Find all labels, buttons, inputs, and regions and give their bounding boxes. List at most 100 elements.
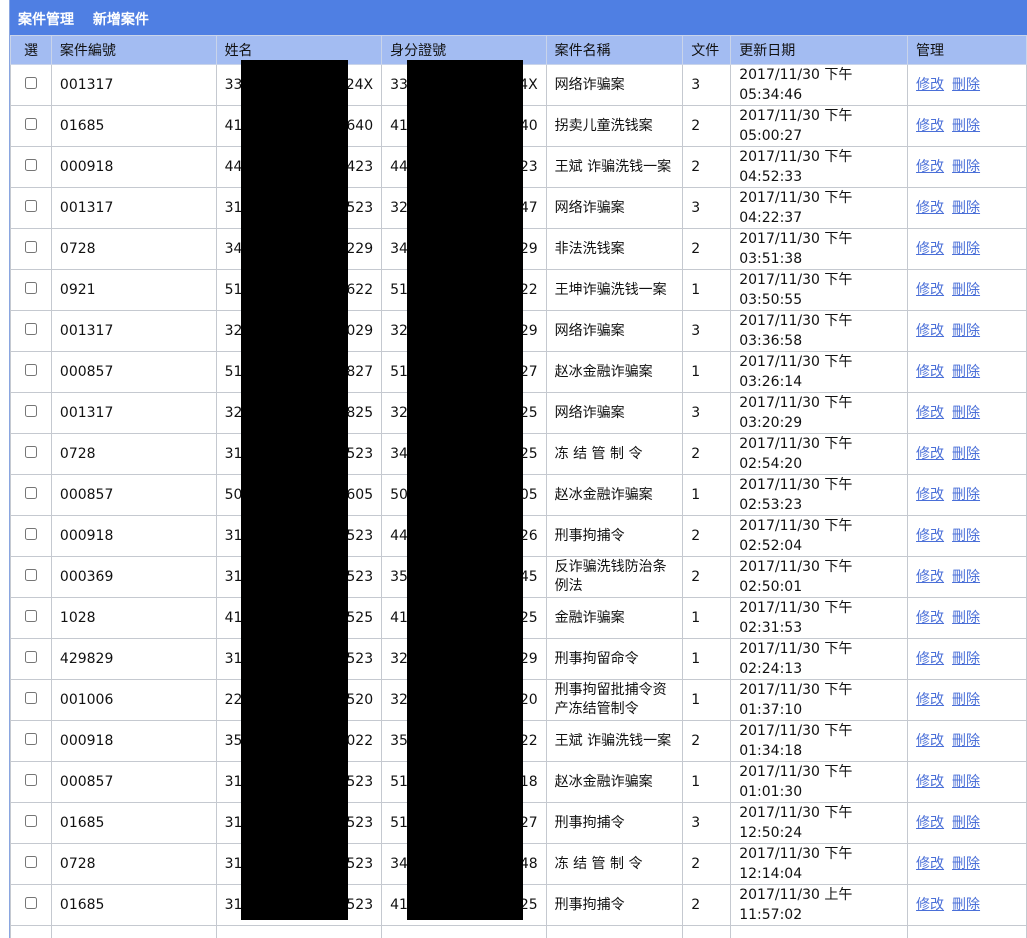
row-checkbox[interactable] <box>24 404 37 417</box>
case-name-cell: 刑事拘捕令 <box>545 884 684 926</box>
date-text: 2017/11/30 下午 <box>739 477 853 493</box>
row-checkbox[interactable] <box>24 240 37 253</box>
edit-link[interactable]: 修改 <box>916 897 944 913</box>
id-prefix: 32 <box>390 199 408 216</box>
delete-link[interactable]: 刪除 <box>952 405 980 421</box>
add-case-link[interactable]: 新增案件 <box>93 12 149 28</box>
row-checkbox[interactable] <box>24 158 37 171</box>
delete-link[interactable]: 刪除 <box>952 77 980 93</box>
row-checkbox[interactable] <box>24 732 37 745</box>
manage-cell: 修改 刪除 <box>907 802 1027 844</box>
row-checkbox[interactable] <box>24 814 37 827</box>
delete-link[interactable]: 刪除 <box>952 815 980 831</box>
updated-cell: 2017/11/30 上午 <box>730 925 909 938</box>
time-text: 04:22:37 <box>739 210 803 226</box>
row-checkbox[interactable] <box>24 527 37 540</box>
name-suffix: 523 <box>346 445 374 462</box>
name-prefix: 50 <box>224 486 243 503</box>
row-checkbox[interactable] <box>24 650 37 663</box>
time-text: 12:50:24 <box>739 825 803 841</box>
row-checkbox[interactable] <box>24 855 37 868</box>
time-text: 02:50:01 <box>739 579 803 595</box>
delete-link[interactable]: 刪除 <box>952 446 980 462</box>
name-prefix: 44 <box>224 158 243 175</box>
delete-link[interactable]: 刪除 <box>952 118 980 134</box>
delete-link[interactable]: 刪除 <box>952 897 980 913</box>
row-checkbox[interactable] <box>24 486 37 499</box>
delete-link[interactable]: 刪除 <box>952 774 980 790</box>
row-checkbox[interactable] <box>24 76 37 89</box>
row-checkbox[interactable] <box>24 363 37 376</box>
select-cell <box>10 720 52 762</box>
select-cell <box>10 310 52 352</box>
delete-link[interactable]: 刪除 <box>952 159 980 175</box>
edit-link[interactable]: 修改 <box>916 241 944 257</box>
delete-link[interactable]: 刪除 <box>952 856 980 872</box>
delete-link[interactable]: 刪除 <box>952 364 980 380</box>
edit-link[interactable]: 修改 <box>916 692 944 708</box>
delete-link[interactable]: 刪除 <box>952 569 980 585</box>
edit-link[interactable]: 修改 <box>916 364 944 380</box>
edit-link[interactable]: 修改 <box>916 651 944 667</box>
name-prefix: 41 <box>224 609 243 626</box>
manage-cell: 修改 刪除 <box>907 761 1027 803</box>
delete-link[interactable]: 刪除 <box>952 282 980 298</box>
row-checkbox[interactable] <box>24 609 37 622</box>
name-prefix: 33 <box>224 76 243 93</box>
edit-link[interactable]: 修改 <box>916 569 944 585</box>
edit-link[interactable]: 修改 <box>916 118 944 134</box>
row-checkbox[interactable] <box>24 896 37 909</box>
manage-cell: 修改 刪除 <box>907 679 1027 721</box>
col-header-select: 選 <box>10 35 52 65</box>
row-checkbox[interactable] <box>24 445 37 458</box>
manage-cell: 修改 刪除 <box>907 884 1027 926</box>
case-no-cell: 000918 <box>50 515 217 557</box>
updated-cell: 2017/11/30 下午 02:24:13 <box>730 638 909 680</box>
case-name-cell: 冻 结 管 制 令 <box>545 433 684 475</box>
id-prefix: 50 <box>390 486 408 503</box>
row-checkbox[interactable] <box>24 117 37 130</box>
edit-link[interactable]: 修改 <box>916 610 944 626</box>
case-name-cell: 赵冰金融诈骗案 <box>545 351 684 393</box>
name-suffix: 622 <box>346 281 374 298</box>
delete-link[interactable]: 刪除 <box>952 323 980 339</box>
delete-link[interactable]: 刪除 <box>952 692 980 708</box>
manage-cell: 修改 刪除 <box>907 433 1027 475</box>
docs-cell: 2 <box>682 720 732 762</box>
edit-link[interactable]: 修改 <box>916 856 944 872</box>
delete-link[interactable]: 刪除 <box>952 241 980 257</box>
edit-link[interactable]: 修改 <box>916 282 944 298</box>
edit-link[interactable]: 修改 <box>916 774 944 790</box>
row-checkbox[interactable] <box>24 773 37 786</box>
delete-link[interactable]: 刪除 <box>952 487 980 503</box>
edit-link[interactable]: 修改 <box>916 200 944 216</box>
delete-link[interactable]: 刪除 <box>952 651 980 667</box>
edit-link[interactable]: 修改 <box>916 77 944 93</box>
edit-link[interactable]: 修改 <box>916 815 944 831</box>
edit-link[interactable]: 修改 <box>916 405 944 421</box>
delete-link[interactable]: 刪除 <box>952 733 980 749</box>
name-prefix: 31 <box>224 445 243 462</box>
row-checkbox[interactable] <box>24 691 37 704</box>
id-prefix: 34 <box>390 445 408 462</box>
page-title: 案件管理 <box>18 12 74 28</box>
edit-link[interactable]: 修改 <box>916 446 944 462</box>
docs-cell: 1 <box>682 597 732 639</box>
row-checkbox[interactable] <box>24 568 37 581</box>
case-name-cell: 非法洗钱案 <box>545 228 684 270</box>
delete-link[interactable]: 刪除 <box>952 528 980 544</box>
edit-link[interactable]: 修改 <box>916 733 944 749</box>
row-checkbox[interactable] <box>24 322 37 335</box>
docs-cell: 2 <box>682 228 732 270</box>
select-cell <box>10 802 52 844</box>
edit-link[interactable]: 修改 <box>916 159 944 175</box>
delete-link[interactable]: 刪除 <box>952 610 980 626</box>
edit-link[interactable]: 修改 <box>916 323 944 339</box>
edit-link[interactable]: 修改 <box>916 487 944 503</box>
case-name-cell: 冻 结 管 制 令 <box>545 843 684 885</box>
case-management-panel: 案件管理 新增案件 選 案件編號 姓名 身分證號 案件名稱 文件 更新日期 管理 <box>9 0 1027 938</box>
edit-link[interactable]: 修改 <box>916 528 944 544</box>
row-checkbox[interactable] <box>24 199 37 212</box>
row-checkbox[interactable] <box>24 281 37 294</box>
delete-link[interactable]: 刪除 <box>952 200 980 216</box>
